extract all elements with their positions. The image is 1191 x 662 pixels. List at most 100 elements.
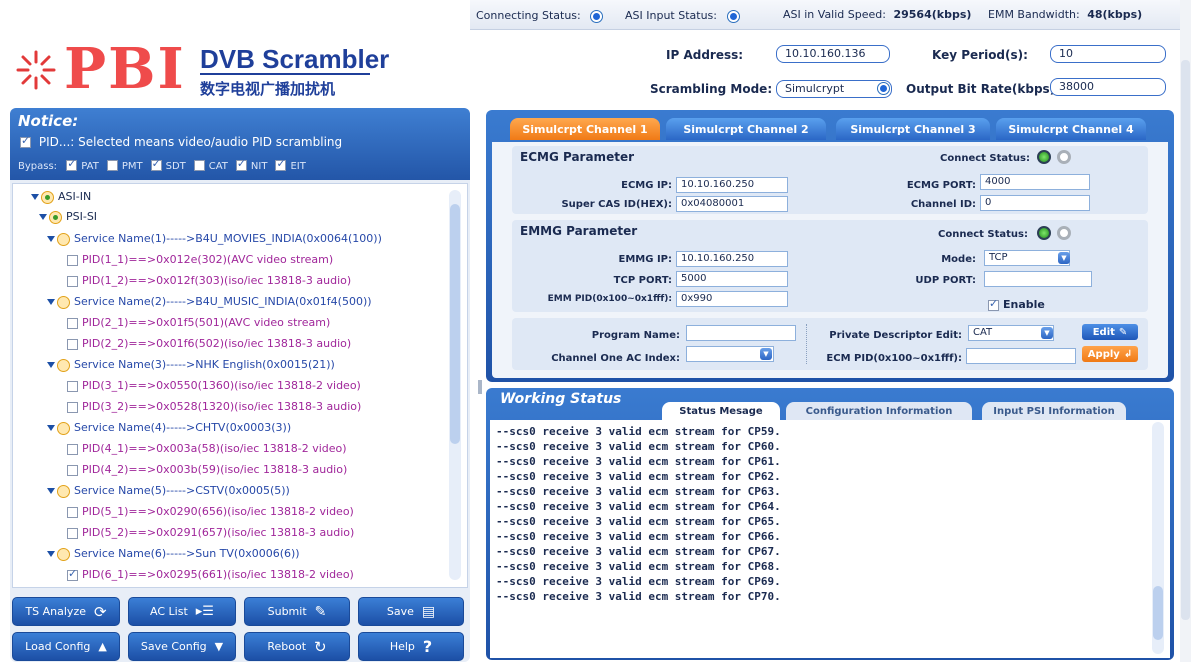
tree-service[interactable]: Service Name(5)----->CSTV(0x0005(5)) [47, 484, 290, 498]
ecm-pid-field[interactable] [966, 348, 1076, 364]
bypass-cat-checkbox[interactable]: CAT [193, 160, 228, 172]
help-button[interactable]: Help? [358, 632, 464, 661]
save-button[interactable]: Save ▤ [358, 597, 464, 626]
scrambling-mode-select[interactable]: Simulcrypt [776, 80, 892, 98]
tree-pid[interactable]: PID(4_2)==>0x003b(59)(iso/iec 13818-3 au… [67, 463, 347, 476]
tree-service[interactable]: Service Name(6)----->Sun TV(0x0006(6)) [47, 547, 300, 561]
bypass-eit-checkbox[interactable]: EIT [275, 157, 306, 172]
ac-index-label: Channel One AC Index: [551, 353, 680, 364]
ecmg-port-field[interactable]: 4000 [980, 174, 1090, 190]
expand-icon[interactable] [47, 488, 55, 494]
tree-root[interactable]: ASI-IN [31, 190, 91, 204]
tcp-port-field[interactable]: 5000 [676, 271, 788, 287]
emmg-connect-label: Connect Status: [938, 229, 1028, 240]
expand-icon[interactable] [39, 214, 47, 220]
ecmg-connect-green-icon [1037, 150, 1051, 164]
tree-pid[interactable]: PID(1_1)==>0x012e(302)(AVC video stream) [67, 253, 333, 266]
log-scrollbar[interactable] [1152, 422, 1164, 654]
ac-list-button[interactable]: AC List ▸☰ [128, 597, 236, 626]
bypass-row: Bypass: PATPMTSDTCATNITEIT [18, 157, 314, 172]
bypass-pat-checkbox[interactable]: PAT [66, 157, 99, 172]
program-name-field[interactable] [686, 325, 796, 341]
udp-port-field[interactable] [984, 271, 1092, 287]
ts-analyze-button[interactable]: TS Analyze ⟳ [12, 597, 120, 626]
edit-button[interactable]: Edit ✎ [1082, 324, 1138, 340]
service-node-icon [57, 295, 70, 309]
expand-icon[interactable] [31, 194, 39, 200]
save-config-button[interactable]: Save Config ▼ [128, 632, 236, 661]
tree-service[interactable]: Service Name(2)----->B4U_MUSIC_INDIA(0x0… [47, 295, 372, 309]
output-bitrate-field[interactable]: 38000 [1050, 78, 1166, 96]
tree-pid[interactable]: PID(4_1)==>0x003a(58)(iso/iec 13818-2 vi… [67, 442, 347, 455]
log-line: --scs0 receive 3 valid ecm stream for CP… [496, 575, 781, 588]
tree-service[interactable]: Service Name(3)----->NHK English(0x0015(… [47, 358, 335, 372]
ip-address-field[interactable]: 10.10.160.136 [776, 45, 890, 63]
pid-checkbox[interactable] [67, 506, 78, 518]
tree-pid[interactable]: PID(5_1)==>0x0290(656)(iso/iec 13818-2 v… [67, 505, 354, 518]
expand-icon[interactable] [47, 236, 55, 242]
tab-simulcrypt-channel-3[interactable]: Simulcrpt Channel 3 [836, 118, 990, 140]
tree-scroll-thumb[interactable] [450, 204, 460, 444]
key-period-field[interactable]: 10 [1050, 45, 1166, 63]
tab-simulcrypt-channel-4[interactable]: Simulcrpt Channel 4 [996, 118, 1146, 140]
tab-configuration-information[interactable]: Configuration Information [786, 402, 972, 420]
pid-checkbox[interactable] [67, 443, 78, 455]
logo-subtitle: 数字电视广播加扰机 [200, 80, 336, 98]
emmg-ip-field[interactable]: 10.10.160.250 [676, 251, 788, 267]
bypass-pmt-checkbox[interactable]: PMT [106, 160, 143, 172]
log-line: --scs0 receive 3 valid ecm stream for CP… [496, 440, 781, 453]
mode-dropdown-icon[interactable] [877, 82, 890, 95]
asi-speed: ASI in Valid Speed: 29564(kbps) [783, 8, 972, 21]
pid-checkbox[interactable] [67, 401, 78, 413]
tree-pid[interactable]: PID(3_2)==>0x0528(1320)(iso/iec 13818-3 … [67, 400, 361, 413]
pid-checkbox[interactable] [67, 567, 78, 581]
pid-checkbox[interactable] [67, 254, 78, 266]
tree-pid[interactable]: PID(2_1)==>0x01f5(501)(AVC video stream) [67, 316, 330, 329]
pid-checkbox[interactable] [67, 317, 78, 329]
load-config-button[interactable]: Load Config ▲ [12, 632, 120, 661]
expand-icon[interactable] [47, 299, 55, 305]
pid-checkbox[interactable] [67, 380, 78, 392]
expand-icon[interactable] [47, 362, 55, 368]
apply-button[interactable]: Apply ↲ [1082, 346, 1138, 362]
connecting-status-indicator [590, 9, 604, 23]
bypass-nit-checkbox[interactable]: NIT [235, 157, 267, 172]
private-descriptor-dropdown-icon[interactable]: ▼ [1041, 327, 1053, 339]
reboot-button[interactable]: Reboot ↻ [244, 632, 350, 661]
tab-status-mesage[interactable]: Status Mesage [662, 402, 780, 420]
tab-simulcrypt-channel-2[interactable]: Simulcrpt Channel 2 [666, 118, 826, 140]
tree-psi-si[interactable]: PSI-SI [39, 210, 97, 224]
splitter-handle[interactable] [478, 380, 482, 394]
ecmg-ip-field[interactable]: 10.10.160.250 [676, 177, 788, 193]
tree-pid[interactable]: PID(5_2)==>0x0291(657)(iso/iec 13818-3 a… [67, 526, 354, 539]
pid-checkbox[interactable] [67, 275, 78, 287]
pid-checkbox[interactable] [67, 464, 78, 476]
enable-checkbox[interactable]: Enable [988, 297, 1045, 311]
emmg-connect-gray-icon [1057, 226, 1071, 240]
expand-icon[interactable] [47, 425, 55, 431]
emmg-mode-dropdown-icon[interactable]: ▼ [1058, 252, 1070, 264]
tab-input-psi-information[interactable]: Input PSI Information [982, 402, 1126, 420]
tree-service[interactable]: Service Name(4)----->CHTV(0x0003(3)) [47, 421, 291, 435]
pid-checkbox[interactable] [67, 338, 78, 350]
page-scrollbar[interactable] [1180, 0, 1191, 662]
tab-simulcrypt-channel-1[interactable]: Simulcrpt Channel 1 [510, 118, 660, 140]
tree-service[interactable]: Service Name(1)----->B4U_MOVIES_INDIA(0x… [47, 232, 382, 246]
pid-checkbox[interactable] [67, 527, 78, 539]
emmg-mode-label: Mode: [941, 254, 976, 265]
tree-scrollbar[interactable] [449, 190, 461, 580]
tree-pid[interactable]: PID(2_2)==>0x01f6(502)(iso/iec 13818-3 a… [67, 337, 351, 350]
tcp-port-label: TCP PORT: [613, 275, 672, 286]
submit-button[interactable]: Submit ✎ [244, 597, 350, 626]
ac-index-dropdown-icon[interactable]: ▼ [760, 348, 772, 360]
page-scroll-thumb[interactable] [1181, 60, 1190, 620]
expand-icon[interactable] [47, 551, 55, 557]
tree-pid[interactable]: PID(1_2)==>0x012f(303)(iso/iec 13818-3 a… [67, 274, 351, 287]
super-cas-field[interactable]: 0x04080001 [676, 196, 788, 212]
emm-pid-field[interactable]: 0x990 [676, 291, 788, 307]
channel-id-field[interactable]: 0 [980, 195, 1090, 211]
tree-pid[interactable]: PID(3_1)==>0x0550(1360)(iso/iec 13818-2 … [67, 379, 361, 392]
bypass-sdt-checkbox[interactable]: SDT [150, 157, 186, 172]
tree-pid[interactable]: PID(6_1)==>0x0295(661)(iso/iec 13818-2 v… [67, 567, 354, 581]
log-scroll-thumb[interactable] [1153, 586, 1163, 640]
